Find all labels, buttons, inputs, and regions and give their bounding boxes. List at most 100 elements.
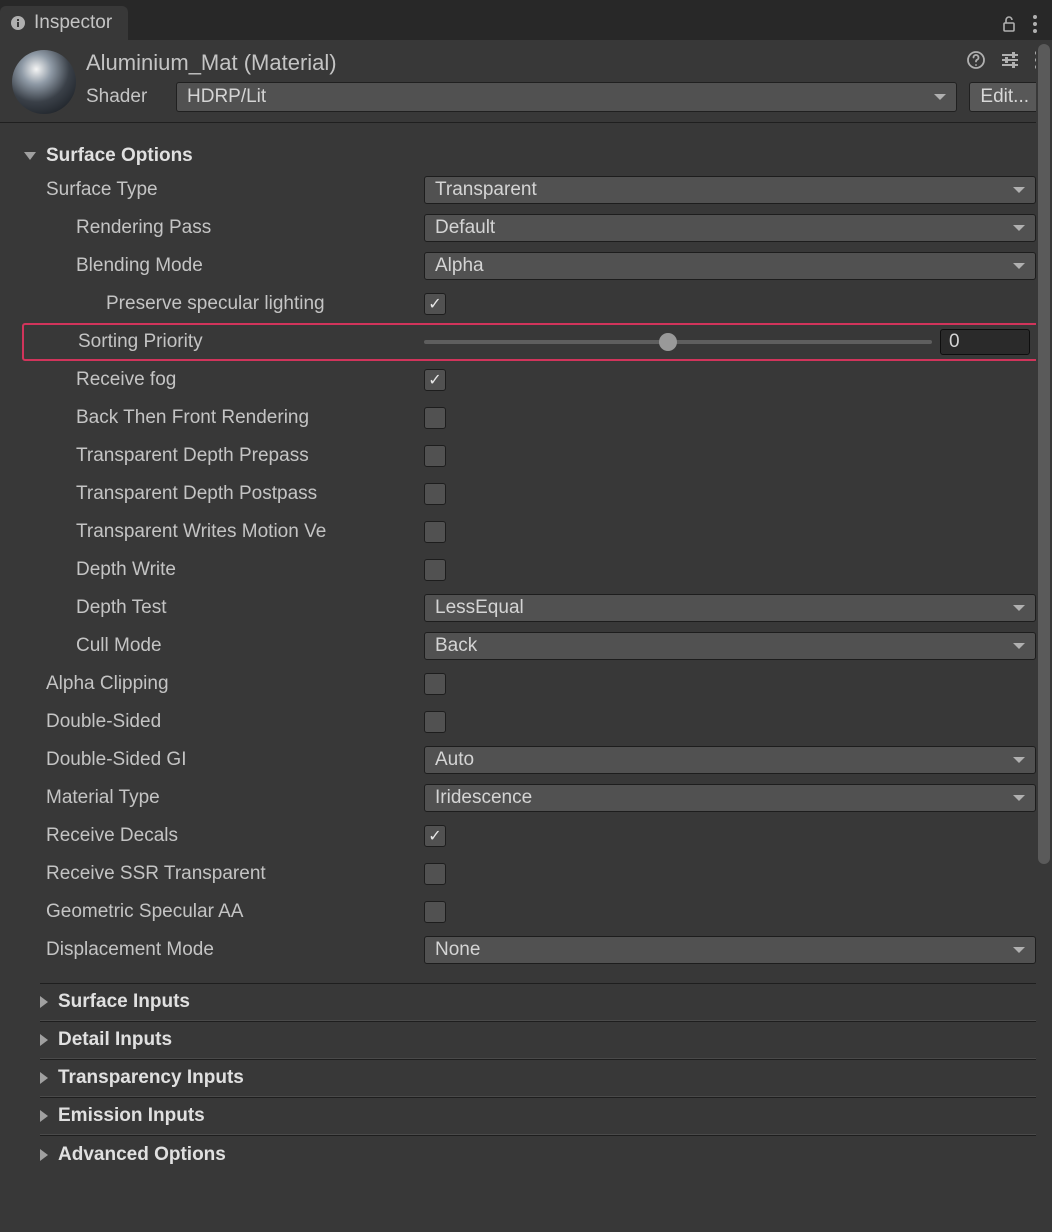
double-sided-gi-dropdown[interactable]: Auto [424,746,1036,774]
prop-label: Transparent Depth Postpass [24,483,424,505]
prop-label: Geometric Specular AA [24,901,424,923]
kebab-icon[interactable] [1032,14,1038,40]
info-icon [10,15,26,31]
depth-write-row: Depth Write [24,551,1042,589]
chevron-right-icon [40,1072,48,1084]
edit-button[interactable]: Edit... [969,82,1040,112]
rendering-pass-row: Rendering Pass Default [24,209,1042,247]
geo-spec-aa-row: Geometric Specular AA [24,893,1042,931]
dropdown-value: Alpha [435,255,484,277]
dropdown-value: Back [435,635,477,657]
writes-motion-row: Transparent Writes Motion Ve [24,513,1042,551]
chevron-down-icon [934,94,946,100]
section-title: Transparency Inputs [58,1067,244,1089]
sorting-priority-input[interactable]: 0 [940,329,1030,355]
material-title: Aluminium_Mat (Material) [86,50,966,76]
material-preview-sphere[interactable] [12,50,76,114]
surface-type-dropdown[interactable]: Transparent [424,176,1036,204]
double-sided-row: Double-Sided [24,703,1042,741]
prop-label: Transparent Writes Motion Ve [24,521,424,543]
receive-decals-checkbox[interactable]: ✓ [424,825,446,847]
displacement-row: Displacement Mode None [24,931,1042,969]
section-title: Surface Inputs [58,991,190,1013]
displacement-dropdown[interactable]: None [424,936,1036,964]
double-sided-checkbox[interactable] [424,711,446,733]
emission-inputs-header[interactable]: Emission Inputs [40,1097,1042,1135]
dropdown-value: Iridescence [435,787,532,809]
prop-label: Surface Type [24,179,424,201]
section-title: Detail Inputs [58,1029,172,1051]
prop-label: Alpha Clipping [24,673,424,695]
prop-label: Cull Mode [24,635,424,657]
receive-ssr-checkbox[interactable] [424,863,446,885]
dropdown-value: Transparent [435,179,537,201]
blending-mode-dropdown[interactable]: Alpha [424,252,1036,280]
chevron-down-icon [24,152,36,160]
settings-icon[interactable] [1000,50,1020,76]
double-sided-gi-row: Double-Sided GI Auto [24,741,1042,779]
prop-label: Material Type [24,787,424,809]
transparency-inputs-header[interactable]: Transparency Inputs [40,1059,1042,1097]
prop-label: Transparent Depth Prepass [24,445,424,467]
geo-spec-aa-checkbox[interactable] [424,901,446,923]
shader-label: Shader [86,86,164,108]
prop-label: Blending Mode [24,255,424,277]
prop-label: Depth Test [24,597,424,619]
depth-prepass-checkbox[interactable] [424,445,446,467]
chevron-down-icon [1013,643,1025,649]
tab-title: Inspector [34,12,112,34]
depth-test-dropdown[interactable]: LessEqual [424,594,1036,622]
help-icon[interactable] [966,50,986,76]
alpha-clipping-checkbox[interactable] [424,673,446,695]
surface-inputs-header[interactable]: Surface Inputs [40,983,1042,1021]
prop-label: Double-Sided GI [24,749,424,771]
depth-postpass-row: Transparent Depth Postpass [24,475,1042,513]
chevron-down-icon [1013,757,1025,763]
receive-fog-checkbox[interactable]: ✓ [424,369,446,391]
inspector-tab[interactable]: Inspector [0,6,128,40]
material-type-dropdown[interactable]: Iridescence [424,784,1036,812]
rendering-pass-dropdown[interactable]: Default [424,214,1036,242]
depth-postpass-checkbox[interactable] [424,483,446,505]
sorting-priority-slider[interactable] [424,340,932,344]
section-title: Advanced Options [58,1144,226,1166]
edit-button-label: Edit... [980,86,1029,108]
lock-icon[interactable] [1000,15,1018,39]
cull-mode-row: Cull Mode Back [24,627,1042,665]
prop-label: Sorting Priority [24,331,424,353]
surface-options-header[interactable]: Surface Options [24,141,1042,171]
input-value: 0 [949,331,960,353]
dropdown-value: Auto [435,749,474,771]
dropdown-value: None [435,939,480,961]
prop-label: Receive fog [24,369,424,391]
prop-label: Rendering Pass [24,217,424,239]
advanced-options-header[interactable]: Advanced Options [40,1135,1042,1173]
prop-label: Receive Decals [24,825,424,847]
prop-label: Double-Sided [24,711,424,733]
depth-test-row: Depth Test LessEqual [24,589,1042,627]
prop-label: Back Then Front Rendering [24,407,424,429]
receive-decals-row: Receive Decals ✓ [24,817,1042,855]
chevron-down-icon [1013,187,1025,193]
dropdown-value: LessEqual [435,597,524,619]
chevron-right-icon [40,1149,48,1161]
back-then-front-row: Back Then Front Rendering [24,399,1042,437]
prop-label: Preserve specular lighting [24,293,424,315]
vertical-scrollbar[interactable] [1036,40,1052,1232]
prop-label: Receive SSR Transparent [24,863,424,885]
material-type-row: Material Type Iridescence [24,779,1042,817]
scrollbar-thumb[interactable] [1038,44,1050,864]
tab-bar: Inspector [0,0,1052,40]
chevron-down-icon [1013,947,1025,953]
blending-mode-row: Blending Mode Alpha [24,247,1042,285]
shader-dropdown[interactable]: HDRP/Lit [176,82,957,112]
surface-type-row: Surface Type Transparent [24,171,1042,209]
depth-write-checkbox[interactable] [424,559,446,581]
depth-prepass-row: Transparent Depth Prepass [24,437,1042,475]
preserve-specular-checkbox[interactable]: ✓ [424,293,446,315]
detail-inputs-header[interactable]: Detail Inputs [40,1021,1042,1059]
slider-thumb[interactable] [659,333,677,351]
cull-mode-dropdown[interactable]: Back [424,632,1036,660]
writes-motion-checkbox[interactable] [424,521,446,543]
back-then-front-checkbox[interactable] [424,407,446,429]
